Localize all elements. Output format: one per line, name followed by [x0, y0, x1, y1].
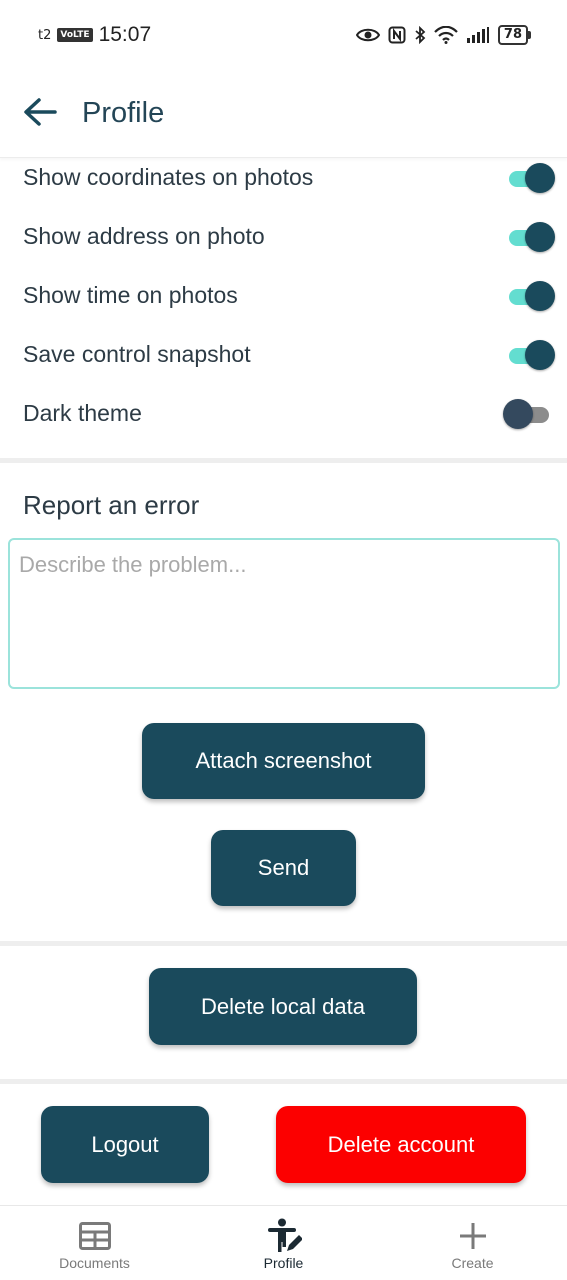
- logout-button[interactable]: Logout: [41, 1106, 209, 1183]
- nav-item-create[interactable]: Create: [378, 1206, 567, 1280]
- show-time-switch[interactable]: [503, 280, 555, 311]
- toggle-row-save-snapshot: Save control snapshot: [0, 325, 567, 384]
- save-snapshot-switch[interactable]: [503, 339, 555, 370]
- toggle-row-show-address: Show address on photo: [0, 207, 567, 266]
- toggle-row-show-coordinates: Show coordinates on photos: [0, 148, 567, 207]
- toggle-label: Save control snapshot: [23, 341, 251, 367]
- delete-account-button[interactable]: Delete account: [276, 1106, 526, 1183]
- section-divider: [0, 941, 567, 946]
- page-title: Profile: [82, 97, 165, 129]
- toggle-row-show-time: Show time on photos: [0, 266, 567, 325]
- volte-badge: VoLTE: [57, 28, 93, 42]
- show-coordinates-switch[interactable]: [503, 162, 555, 193]
- battery-icon: 78: [497, 25, 531, 45]
- status-left: t2 VoLTE 15:07: [38, 23, 151, 47]
- show-address-switch[interactable]: [503, 221, 555, 252]
- settings-toggles: Show coordinates on photos Show address …: [0, 148, 567, 443]
- status-bar: t2 VoLTE 15:07 78: [0, 0, 567, 70]
- toggle-label: Show address on photo: [23, 223, 265, 249]
- toggle-row-dark-theme: Dark theme: [0, 384, 567, 443]
- grid-icon: [78, 1218, 111, 1254]
- status-time: 15:07: [98, 23, 152, 46]
- wifi-icon: [434, 26, 458, 44]
- dark-theme-switch[interactable]: [503, 398, 555, 429]
- signal-icon: [466, 27, 490, 43]
- person-edit-icon: [266, 1218, 302, 1254]
- plus-icon: [458, 1218, 488, 1254]
- nav-item-profile[interactable]: Profile: [189, 1206, 378, 1280]
- bluetooth-icon: [414, 26, 426, 44]
- app-bar: Profile: [0, 70, 567, 158]
- problem-description-input[interactable]: [8, 538, 560, 689]
- back-button[interactable]: [20, 94, 60, 134]
- nav-label: Documents: [59, 1255, 130, 1271]
- section-divider: [0, 458, 567, 463]
- nfc-icon: [388, 26, 406, 44]
- delete-local-data-button[interactable]: Delete local data: [149, 968, 417, 1045]
- toggle-label: Show time on photos: [23, 282, 238, 308]
- battery-level: 78: [497, 25, 528, 45]
- arrow-left-icon: [23, 97, 57, 131]
- bottom-navigation: Documents Profile Create: [0, 1205, 567, 1280]
- nav-label: Create: [451, 1255, 494, 1271]
- send-button[interactable]: Send: [211, 830, 356, 906]
- carrier-label: t2: [38, 27, 52, 43]
- toggle-label: Show coordinates on photos: [23, 164, 314, 190]
- nav-item-documents[interactable]: Documents: [0, 1206, 189, 1280]
- nav-label: Profile: [263, 1255, 304, 1271]
- section-divider: [0, 1079, 567, 1084]
- report-section-title: Report an error: [23, 490, 200, 520]
- toggle-label: Dark theme: [23, 400, 142, 426]
- status-icons: 78: [355, 25, 531, 45]
- eye-icon: [355, 27, 380, 43]
- battery-tip: [528, 31, 531, 39]
- attach-screenshot-button[interactable]: Attach screenshot: [142, 723, 425, 799]
